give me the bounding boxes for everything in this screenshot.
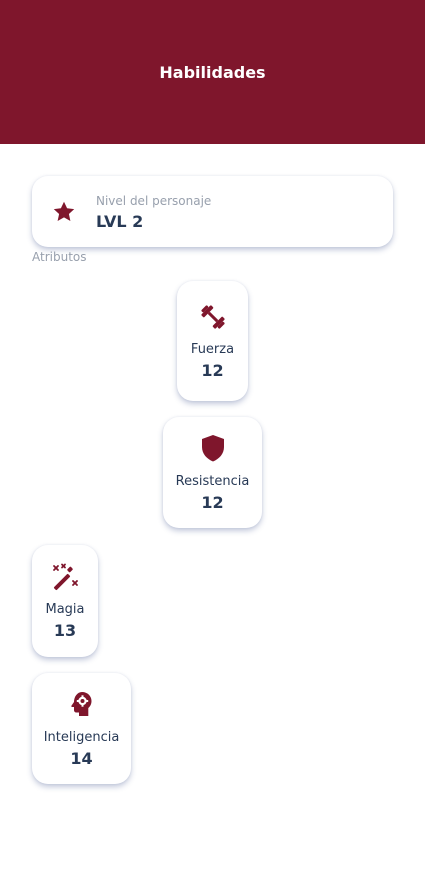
level-label: Nivel del personaje bbox=[96, 194, 212, 208]
attributes-section-label: Atributos bbox=[32, 250, 87, 264]
attribute-name: Fuerza bbox=[190, 342, 235, 357]
attribute-name: Resistencia bbox=[175, 474, 250, 489]
level-card: Nivel del personaje LVL 2 bbox=[32, 176, 393, 247]
attribute-name: Magia bbox=[45, 602, 85, 617]
attribute-name: Inteligencia bbox=[43, 730, 120, 745]
dumbbell-icon bbox=[200, 305, 225, 329]
attribute-card-magia: Magia 13 bbox=[32, 545, 98, 657]
level-value: LVL 2 bbox=[96, 212, 144, 231]
attribute-value: 13 bbox=[53, 621, 77, 640]
attribute-value: 14 bbox=[70, 749, 93, 768]
page-title: Habilidades bbox=[159, 63, 266, 82]
attribute-card-fuerza: Fuerza 12 bbox=[177, 281, 248, 401]
app-header: Habilidades bbox=[0, 0, 425, 144]
attribute-value: 12 bbox=[201, 493, 224, 512]
attribute-value: 12 bbox=[201, 361, 224, 380]
attribute-card-resistencia: Resistencia 12 bbox=[163, 417, 262, 528]
magic-wand-icon bbox=[53, 563, 78, 591]
brain-gear-icon bbox=[70, 692, 91, 716]
star-icon bbox=[53, 201, 75, 221]
attribute-card-inteligencia: Inteligencia 14 bbox=[32, 673, 131, 784]
shield-icon bbox=[201, 435, 224, 462]
